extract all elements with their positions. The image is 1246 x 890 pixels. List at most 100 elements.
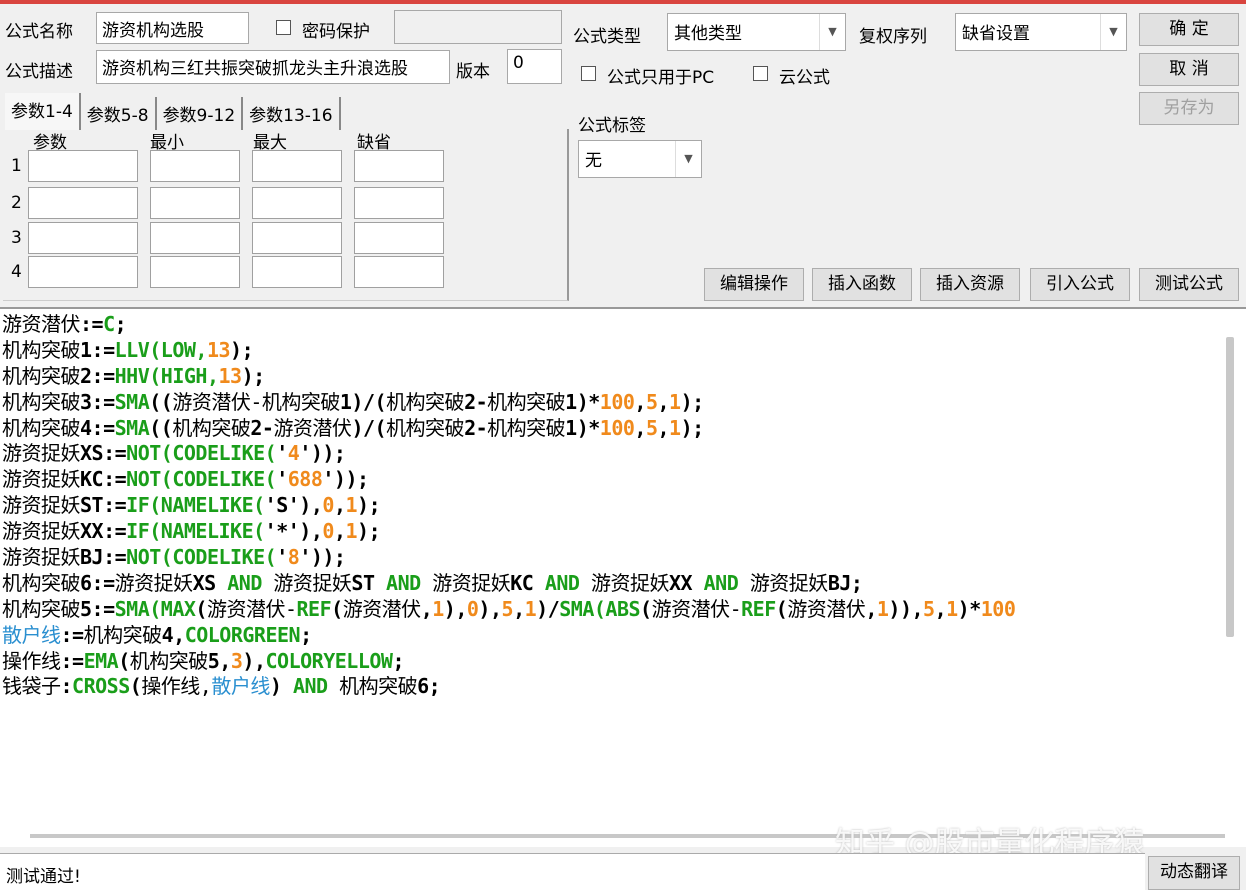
code-number: 3 (230, 648, 243, 673)
code-text: 机构突破 (2, 415, 81, 440)
code-symbol: ); (241, 363, 266, 388)
param-input[interactable] (354, 222, 444, 254)
code-function: LLV(LOW, (114, 337, 208, 362)
rights-select[interactable]: 缺省设置 ▼ (955, 13, 1127, 51)
param-input[interactable] (150, 187, 240, 219)
tag-select[interactable]: 无 ▼ (578, 140, 702, 178)
password-input[interactable] (394, 10, 562, 44)
code-text: 机构突破 (487, 415, 566, 440)
code-line: 操作线:=EMA(机构突破5,3),COLORYELLOW; (2, 648, 1246, 674)
param-input[interactable] (150, 256, 240, 288)
chevron-down-icon: ▼ (819, 14, 845, 50)
code-symbol: ST (351, 570, 387, 595)
edit-ops-button[interactable]: 编辑操作 (704, 268, 804, 301)
code-symbol: ( (129, 674, 142, 699)
param-input[interactable] (354, 150, 444, 182)
code-symbol: := (60, 648, 85, 673)
code-symbol: , (657, 415, 670, 440)
test-formula-button[interactable]: 测试公式 (1139, 268, 1239, 301)
code-symbol: 1)/( (339, 389, 387, 414)
code-text: 游资潜伏-机构突破 (172, 389, 340, 414)
code-symbol: 2:= (80, 363, 115, 388)
code-symbol: , (634, 415, 646, 440)
param-input[interactable] (150, 150, 240, 182)
code-function: COLORGREEN (184, 622, 301, 647)
code-symbol: ( (331, 596, 343, 621)
code-symbol: ' (276, 545, 288, 570)
code-number: 0 (322, 493, 334, 518)
version-input[interactable]: 0 (507, 49, 562, 84)
param-input[interactable] (28, 150, 138, 182)
cloud-checkbox[interactable] (753, 66, 768, 81)
code-number: 1 (669, 415, 681, 440)
cloud-label: 云公式 (779, 68, 830, 88)
code-line: 机构突破3:=SMA((游资潜伏-机构突破1)/(机构突破2-机构突破1)*10… (2, 389, 1246, 415)
code-number: 1 (876, 596, 889, 621)
insert-resource-button[interactable]: 插入资源 (920, 268, 1020, 301)
code-symbol: ( (118, 648, 130, 673)
formula-type-select[interactable]: 其他类型 ▼ (667, 13, 846, 51)
code-function: SMA(ABS (559, 596, 641, 621)
param-input[interactable] (150, 222, 240, 254)
code-symbol: 1)* (565, 389, 600, 414)
tab-params-5-8[interactable]: 参数5-8 (80, 97, 157, 130)
code-symbol: ( (640, 596, 652, 621)
ok-button[interactable]: 确 定 (1139, 13, 1239, 46)
save-as-button[interactable]: 另存为 (1139, 92, 1239, 125)
dynamic-translate-button[interactable]: 动态翻译 (1148, 856, 1240, 890)
cancel-button[interactable]: 取 消 (1139, 53, 1239, 86)
formula-desc-input[interactable]: 游资机构三红共振突破抓龙头主升浪选股 (96, 50, 450, 84)
param-input[interactable] (28, 222, 138, 254)
formula-name-input[interactable]: 游资机构选股 (96, 12, 249, 44)
param-input[interactable] (28, 256, 138, 288)
code-text: 游资捉妖 (2, 441, 81, 466)
code-symbol: ; (300, 622, 312, 647)
code-number: 5 (501, 596, 514, 621)
code-variable: 散户线 (211, 674, 270, 699)
tab-params-9-12[interactable]: 参数9-12 (156, 97, 244, 130)
code-symbol: ' (276, 467, 288, 492)
code-symbol: ); (680, 389, 705, 414)
pc-only-checkbox[interactable] (581, 66, 596, 81)
code-symbol: , (333, 493, 346, 518)
code-number: 0 (322, 519, 334, 544)
param-input[interactable] (354, 187, 444, 219)
code-number: 1 (345, 519, 358, 544)
code-function: REF (296, 596, 332, 621)
code-symbol: , (333, 519, 346, 544)
code-symbol: KC:= (80, 467, 127, 492)
code-function: SMA(MAX (114, 596, 196, 621)
formula-desc-label: 公式描述 (5, 62, 73, 82)
param-input[interactable] (252, 150, 342, 182)
code-text: 游资捉妖 (114, 570, 194, 595)
param-input[interactable] (252, 187, 342, 219)
param-input[interactable] (252, 256, 342, 288)
password-checkbox[interactable] (276, 20, 291, 35)
code-symbol: BJ; (827, 570, 863, 595)
code-function: IF(NAMELIKE( (126, 493, 265, 518)
import-formula-button[interactable]: 引入公式 (1030, 268, 1130, 301)
param-row-number: 2 (11, 193, 22, 213)
tag-value: 无 (585, 151, 602, 171)
code-symbol: 6:= (80, 570, 115, 595)
code-symbol: ( (195, 596, 207, 621)
code-symbol: 5, (207, 648, 232, 673)
tab-params-13-16[interactable]: 参数13-16 (243, 97, 341, 130)
param-input[interactable] (28, 187, 138, 219)
code-number: 1 (524, 596, 537, 621)
code-line: 机构突破2:=HHV(HIGH,13); (2, 363, 1246, 389)
code-symbol: ); (357, 519, 381, 544)
password-label: 密码保护 (302, 22, 370, 42)
code-symbol: ), (443, 596, 468, 621)
code-text: 机构突破 (83, 622, 163, 647)
code-symbol: ); (230, 337, 254, 362)
code-text: 操作线 (2, 648, 61, 673)
insert-function-button[interactable]: 插入函数 (812, 268, 912, 301)
code-line: 机构突破4:=SMA((机构突破2-游资潜伏)/(机构突破2-机构突破1)*10… (2, 415, 1246, 441)
tab-params-1-4[interactable]: 参数1-4 (5, 93, 81, 130)
code-symbol: ')); (299, 545, 346, 570)
vertical-scrollbar[interactable] (1226, 337, 1234, 637)
param-input[interactable] (354, 256, 444, 288)
param-input[interactable] (252, 222, 342, 254)
code-editor[interactable]: 游资潜伏:=C; 机构突破1:=LLV(LOW,13); 机构突破2:=HHV(HI… (0, 307, 1246, 847)
